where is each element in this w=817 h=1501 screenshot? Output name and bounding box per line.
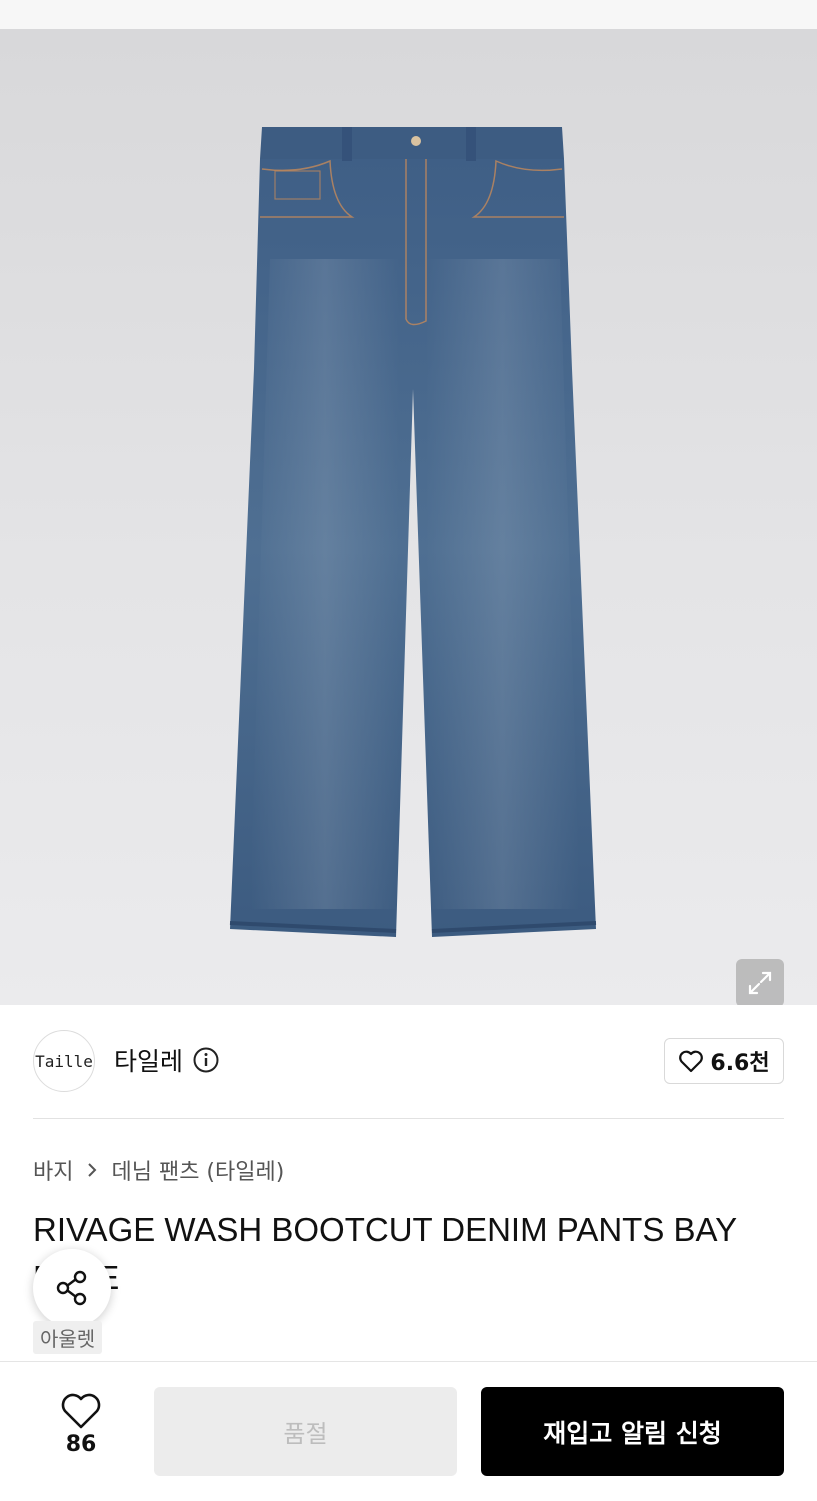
product-image[interactable] bbox=[0, 29, 817, 1005]
product-title: RIVAGE WASH BOOTCUT DENIM PANTS BAY BLUE bbox=[33, 1211, 737, 1296]
brand-like-button[interactable]: 6.6천 bbox=[664, 1038, 784, 1084]
divider bbox=[33, 1118, 784, 1119]
share-button[interactable] bbox=[33, 1249, 111, 1327]
brand-logo[interactable]: Taille bbox=[33, 1030, 95, 1092]
share-icon bbox=[56, 1270, 87, 1306]
top-status-strip bbox=[0, 0, 817, 30]
chevron-right-icon bbox=[79, 1160, 105, 1180]
restock-alert-button[interactable]: 재입고 알림 신청 bbox=[481, 1387, 784, 1476]
heart-icon bbox=[61, 1393, 101, 1429]
outlet-badge: 아울렛 bbox=[33, 1321, 103, 1354]
brand-logo-text: Taille bbox=[35, 1051, 93, 1071]
expand-arrows-icon bbox=[748, 971, 772, 995]
jeans-image bbox=[229, 127, 597, 937]
info-icon[interactable] bbox=[193, 1047, 219, 1073]
bottom-action-bar: 86 품절 재입고 알림 신청 bbox=[0, 1361, 817, 1501]
wishlist-count: 86 bbox=[65, 1432, 97, 1457]
breadcrumb: 바지 데님 팬츠 (타일레) bbox=[33, 1153, 284, 1187]
soldout-button[interactable]: 품절 bbox=[154, 1387, 457, 1476]
expand-image-button[interactable] bbox=[736, 959, 784, 1005]
brand-like-count: 6.6천 bbox=[710, 1051, 770, 1076]
heart-outline-icon bbox=[679, 1050, 704, 1073]
wishlist-button[interactable]: 86 bbox=[50, 1392, 112, 1472]
breadcrumb-subcategory[interactable]: 데님 팬츠 (타일레) bbox=[111, 1154, 284, 1186]
brand-row: Taille 타일레 6.6천 bbox=[33, 1030, 784, 1094]
brand-name[interactable]: 타일레 bbox=[114, 1042, 183, 1078]
breadcrumb-category[interactable]: 바지 bbox=[33, 1154, 73, 1186]
